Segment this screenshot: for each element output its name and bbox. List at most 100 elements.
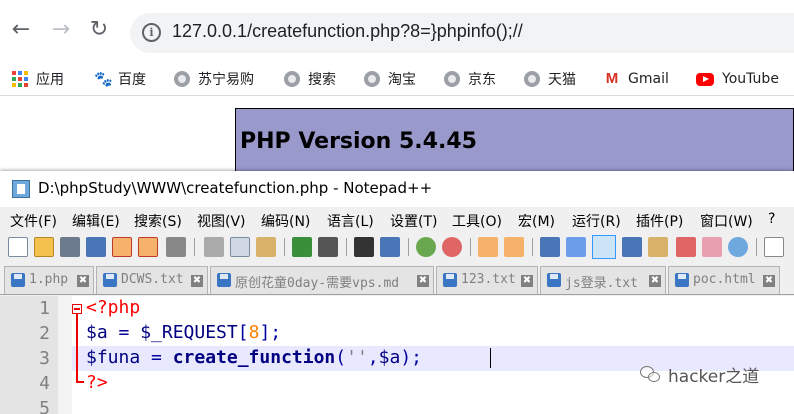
bookmark-label: 淘宝 bbox=[388, 72, 416, 88]
tab-close-icon[interactable]: ✖ bbox=[649, 275, 661, 287]
sync-vertical-icon[interactable] bbox=[478, 237, 498, 257]
indent-guide-button[interactable] bbox=[592, 235, 616, 259]
save-disk-icon bbox=[547, 273, 561, 287]
menu-plugins[interactable]: 插件(P) bbox=[636, 211, 683, 231]
tab-1-php[interactable]: 1.php ✖ bbox=[4, 266, 94, 294]
fold-collapse-icon[interactable] bbox=[72, 304, 82, 314]
new-file-icon[interactable] bbox=[8, 237, 28, 257]
close-all-icon[interactable] bbox=[138, 237, 158, 257]
sync-horizontal-icon[interactable] bbox=[504, 237, 524, 257]
text-caret bbox=[490, 348, 491, 368]
paste-icon[interactable] bbox=[256, 237, 276, 257]
menu-language[interactable]: 语言(L) bbox=[327, 211, 374, 231]
tab-close-icon[interactable]: ✖ bbox=[521, 275, 533, 287]
menu-settings[interactable]: 设置(T) bbox=[390, 211, 437, 231]
screenshot-root: ← → ↻ i 127.0.0.1/createfunction.php?8=}… bbox=[0, 0, 794, 414]
notepad-title-bar[interactable]: D:\phpStudy\WWW\createfunction.php - Not… bbox=[0, 171, 794, 207]
watermark-text: hacker之道 bbox=[668, 367, 760, 387]
show-all-chars-icon[interactable] bbox=[566, 237, 586, 257]
line-number-gutter: 1 2 3 4 5 bbox=[0, 296, 58, 414]
menu-search[interactable]: 搜索(S) bbox=[134, 211, 182, 231]
bookmark-tmall[interactable]: 天猫 bbox=[524, 67, 576, 91]
menu-tools[interactable]: 工具(O) bbox=[452, 211, 502, 231]
globe-icon bbox=[444, 71, 460, 87]
wechat-icon bbox=[640, 365, 662, 384]
toolbar-separator bbox=[756, 238, 757, 256]
line-number: 5 bbox=[39, 398, 50, 414]
tab-close-icon[interactable]: ✖ bbox=[763, 275, 775, 287]
menu-help[interactable]: ? bbox=[768, 211, 775, 227]
close-file-icon[interactable] bbox=[112, 237, 132, 257]
browser-toolbar: ← → ↻ i 127.0.0.1/createfunction.php?8=}… bbox=[0, 0, 794, 62]
menu-file[interactable]: 文件(F) bbox=[10, 211, 57, 231]
bookmark-jd[interactable]: 京东 bbox=[444, 67, 496, 91]
bookmark-suning[interactable]: 苏宁易购 bbox=[174, 67, 254, 91]
function-name: create_function bbox=[172, 347, 336, 368]
variable: $a bbox=[86, 322, 108, 343]
toolbar-separator bbox=[470, 238, 471, 256]
bookmark-search[interactable]: 搜索 bbox=[284, 67, 336, 91]
menu-edit[interactable]: 编辑(E) bbox=[72, 211, 120, 231]
tab-poc-html[interactable]: poc.html ✖ bbox=[668, 266, 780, 294]
code-editor[interactable]: 1 2 3 4 5 <?php $a = $_REQUEST[8]; $funa… bbox=[0, 296, 794, 414]
back-arrow-icon[interactable]: ← bbox=[8, 17, 34, 43]
bookmark-apps[interactable]: 应用 bbox=[12, 67, 64, 91]
reload-icon[interactable]: ↻ bbox=[86, 17, 112, 43]
tab-label: 原创花童0day-需要vps.md bbox=[235, 276, 400, 291]
function-list-icon[interactable] bbox=[676, 237, 696, 257]
open-file-icon[interactable] bbox=[34, 237, 54, 257]
tab-js-login-txt[interactable]: js登录.txt ✖ bbox=[540, 266, 666, 294]
cut-icon[interactable] bbox=[204, 237, 224, 257]
menu-view[interactable]: 视图(V) bbox=[197, 211, 246, 231]
tab-close-icon[interactable]: ✖ bbox=[417, 275, 429, 287]
fold-end-marker bbox=[76, 381, 84, 383]
globe-icon bbox=[524, 71, 540, 87]
tab-close-icon[interactable]: ✖ bbox=[77, 275, 89, 287]
save-disk-icon bbox=[11, 273, 25, 287]
copy-icon[interactable] bbox=[230, 237, 250, 257]
replace-icon[interactable] bbox=[380, 237, 400, 257]
word-wrap-icon[interactable] bbox=[540, 237, 560, 257]
find-icon[interactable] bbox=[354, 237, 374, 257]
address-bar[interactable]: i 127.0.0.1/createfunction.php?8=}phpinf… bbox=[130, 13, 794, 53]
toolbar-separator bbox=[346, 238, 347, 256]
number: 8 bbox=[248, 322, 260, 343]
menu-window[interactable]: 窗口(W) bbox=[700, 211, 753, 231]
save-all-icon[interactable] bbox=[86, 237, 106, 257]
tab-dcws-txt[interactable]: DCWS.txt ✖ bbox=[96, 266, 208, 294]
bookmark-label: Gmail bbox=[628, 71, 669, 87]
save-disk-icon bbox=[443, 273, 457, 287]
bookmark-label: YouTube bbox=[722, 71, 779, 87]
phpinfo-header: PHP Version 5.4.45 bbox=[235, 108, 794, 178]
menu-macro[interactable]: 宏(M) bbox=[518, 211, 555, 231]
print-icon[interactable] bbox=[166, 237, 186, 257]
bookmark-taobao[interactable]: 淘宝 bbox=[364, 67, 416, 91]
bookmark-label: 苏宁易购 bbox=[198, 72, 254, 88]
line-number: 4 bbox=[39, 373, 50, 394]
tab-label: 1.php bbox=[29, 272, 69, 287]
zoom-in-icon[interactable] bbox=[416, 237, 436, 257]
folder-workspace-icon[interactable] bbox=[702, 237, 722, 257]
url-text[interactable]: 127.0.0.1/createfunction.php?8=}phpinfo(… bbox=[172, 21, 523, 42]
language-icon[interactable] bbox=[622, 237, 642, 257]
bookmark-youtube[interactable]: YouTube bbox=[696, 67, 779, 91]
menu-encoding[interactable]: 编码(N) bbox=[261, 211, 310, 231]
code-line-1: <?php bbox=[86, 297, 140, 318]
doc-map-icon[interactable] bbox=[648, 237, 668, 257]
tab-close-icon[interactable]: ✖ bbox=[191, 275, 203, 287]
redo-icon[interactable] bbox=[318, 237, 338, 257]
undo-icon[interactable] bbox=[292, 237, 312, 257]
bookmark-baidu[interactable]: 🐾 百度 bbox=[94, 67, 146, 91]
info-icon[interactable]: i bbox=[142, 23, 161, 42]
tab-0day-md[interactable]: 原创花童0day-需要vps.md ✖ bbox=[210, 266, 434, 294]
record-macro-icon[interactable] bbox=[764, 237, 784, 257]
tab-123-txt[interactable]: 123.txt ✖ bbox=[436, 266, 538, 294]
fold-margin[interactable] bbox=[58, 296, 72, 414]
monitoring-icon[interactable] bbox=[728, 237, 748, 257]
forward-arrow-icon[interactable]: → bbox=[48, 17, 74, 43]
zoom-out-icon[interactable] bbox=[442, 237, 462, 257]
save-icon[interactable] bbox=[60, 237, 80, 257]
globe-icon bbox=[174, 71, 190, 87]
menu-run[interactable]: 运行(R) bbox=[572, 211, 621, 231]
bookmark-gmail[interactable]: M Gmail bbox=[604, 67, 669, 91]
